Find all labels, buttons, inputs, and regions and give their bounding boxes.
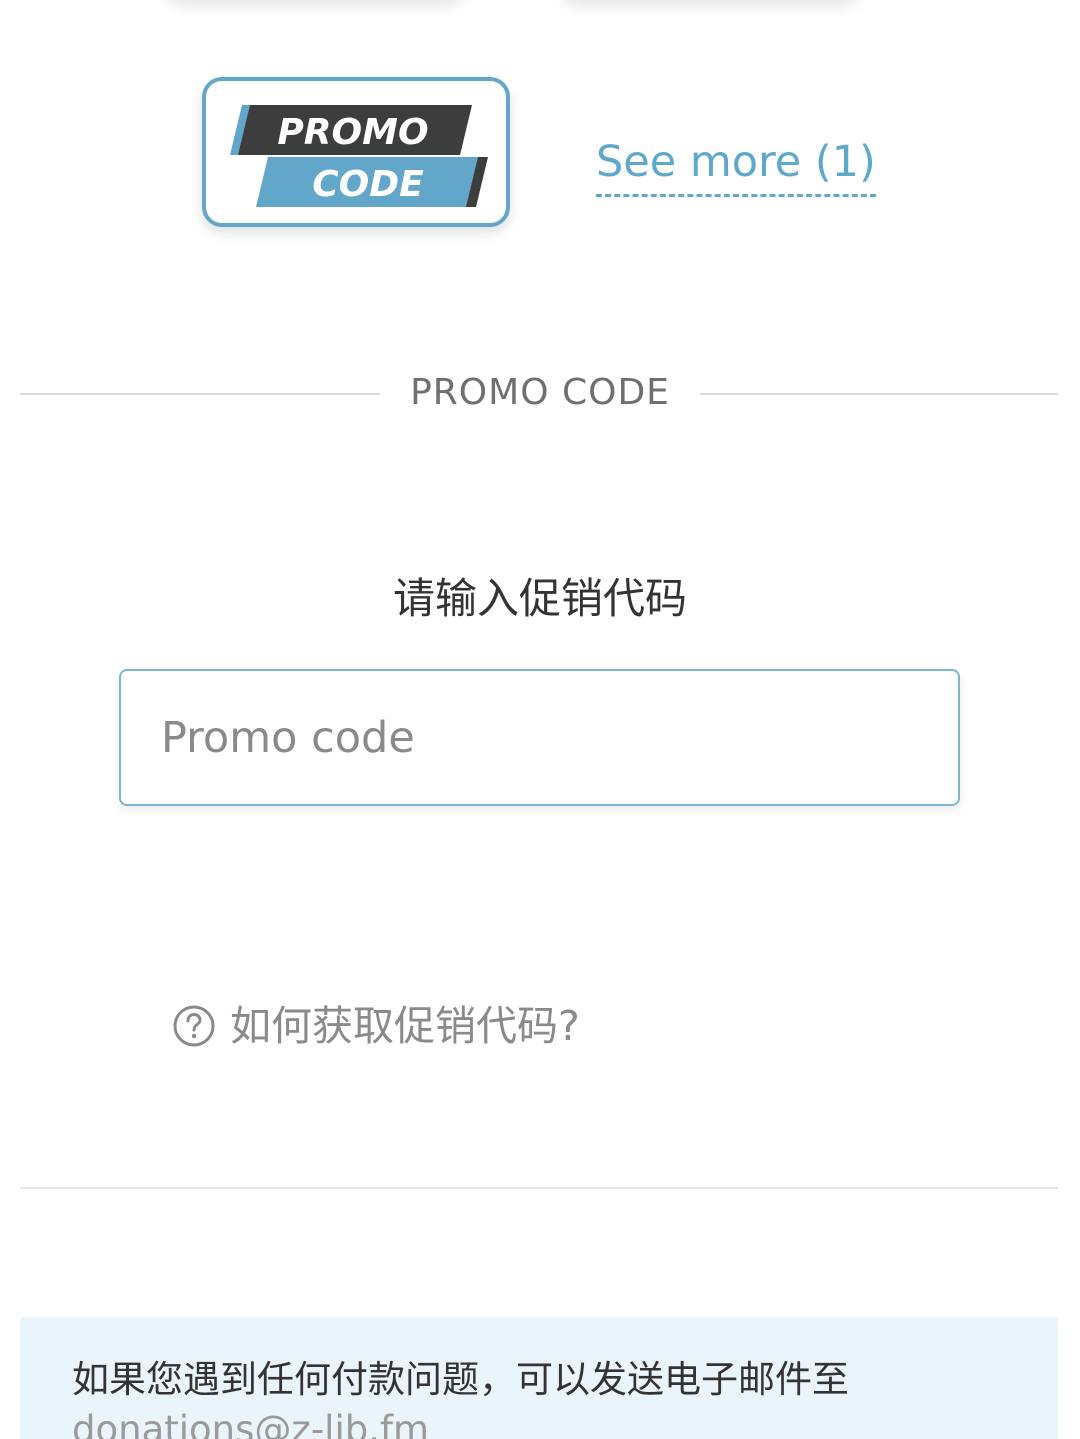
how-to-get-promo-code-link[interactable]: 如何获取促销代码? bbox=[172, 998, 580, 1054]
promo-code-badge-card[interactable]: PROMO CODE bbox=[202, 77, 510, 227]
promo-code-badge-icon: PROMO CODE bbox=[230, 105, 488, 207]
promo-badge-line1: PROMO bbox=[277, 112, 428, 153]
promo-code-prompt: 请输入促销代码 bbox=[392, 574, 687, 623]
question-circle-icon bbox=[173, 1005, 215, 1047]
section-separator bbox=[20, 1187, 1058, 1189]
payment-help-notice: 如果您遇到任何付款问题，可以发送电子邮件至 donations@z-lib.fm bbox=[20, 1317, 1058, 1439]
payment-help-text: 如果您遇到任何付款问题，可以发送电子邮件至 bbox=[72, 1358, 849, 1401]
donations-email-link[interactable]: donations@z-lib.fm bbox=[72, 1405, 429, 1439]
how-to-get-promo-code-text: 如何获取促销代码? bbox=[230, 1002, 580, 1050]
promo-badge-line2: CODE bbox=[312, 164, 424, 205]
promo-code-input[interactable] bbox=[119, 669, 960, 806]
see-more-link[interactable]: See more (1) bbox=[596, 136, 876, 197]
section-divider-left bbox=[20, 393, 380, 395]
section-divider-right bbox=[700, 393, 1058, 395]
section-title: PROMO CODE bbox=[410, 372, 670, 413]
promo-code-page: PROMO CODE See more (1) PROMO CODE 请输入促销… bbox=[0, 0, 1080, 1439]
